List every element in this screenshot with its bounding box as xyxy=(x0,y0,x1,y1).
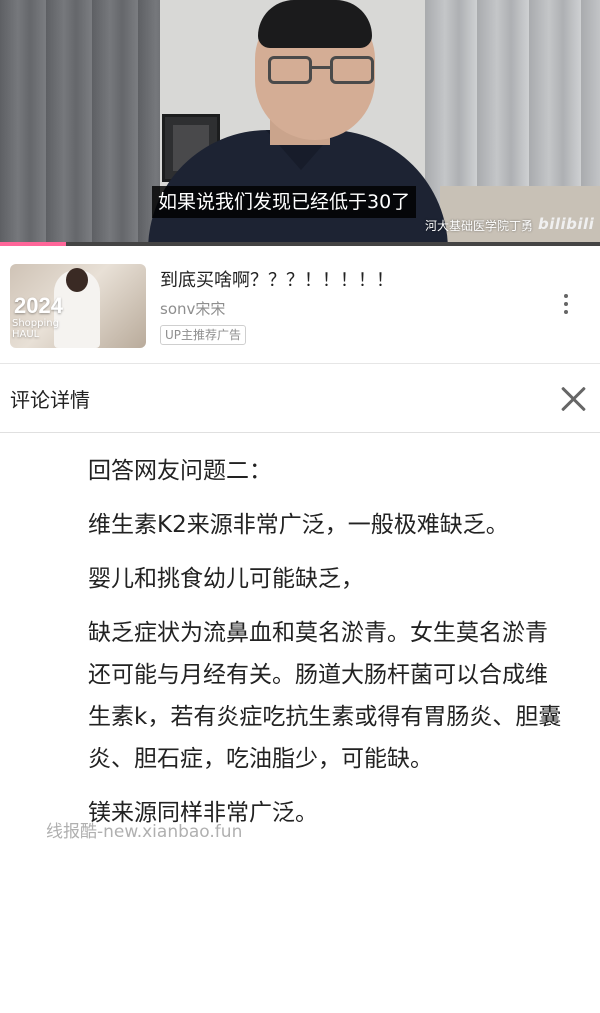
site-watermark: 线报酷-new.xianbao.fun xyxy=(46,822,243,842)
ad-thumbnail-caption: Shopping HAUL xyxy=(12,318,59,340)
video-player[interactable]: 如果说我们发现已经低于30了 河大基础医学院丁勇 bilibili xyxy=(0,0,600,244)
speaker-glasses xyxy=(268,56,378,86)
comment-paragraph: 缺乏症状为流鼻血和莫名淤青。女生莫名淤青还可能与月经有关。肠道大肠杆菌可以合成维… xyxy=(88,620,562,772)
comment-detail-title: 评论详情 xyxy=(10,388,90,412)
ad-sponsored-tag: UP主推荐广告 xyxy=(160,325,247,345)
ad-thumbnail-year: 2024 xyxy=(14,293,63,318)
ad-author[interactable]: sonv宋宋 xyxy=(160,298,225,320)
video-subtitle: 如果说我们发现已经低于30了 xyxy=(152,186,417,218)
comment-paragraph: 维生素K2来源非常广泛，一般极难缺乏。 xyxy=(88,512,509,538)
comment-paragraph: 婴儿和挑食幼儿可能缺乏， xyxy=(88,566,364,592)
bilibili-logo: bilibili xyxy=(538,215,595,233)
speaker-hair xyxy=(258,0,372,48)
ad-title[interactable]: 到底买啥啊？？？！！！！！ xyxy=(160,268,394,294)
more-vertical-icon[interactable] xyxy=(556,292,576,316)
ad-card[interactable]: 2024 Shopping HAUL 到底买啥啊？？？！！！！！ sonv宋宋 … xyxy=(0,246,600,364)
left-curtain xyxy=(0,0,160,244)
comment-detail-header: 评论详情 xyxy=(0,365,600,433)
ad-thumbnail[interactable]: 2024 Shopping HAUL xyxy=(10,264,146,348)
close-icon[interactable] xyxy=(560,385,588,413)
video-watermark: 河大基础医学院丁勇 xyxy=(425,219,534,233)
comment-paragraph: 回答网友问题二： xyxy=(88,458,272,484)
comment-body: 回答网友问题二： 维生素K2来源非常广泛，一般极难缺乏。 婴儿和挑食幼儿可能缺乏… xyxy=(88,450,568,846)
